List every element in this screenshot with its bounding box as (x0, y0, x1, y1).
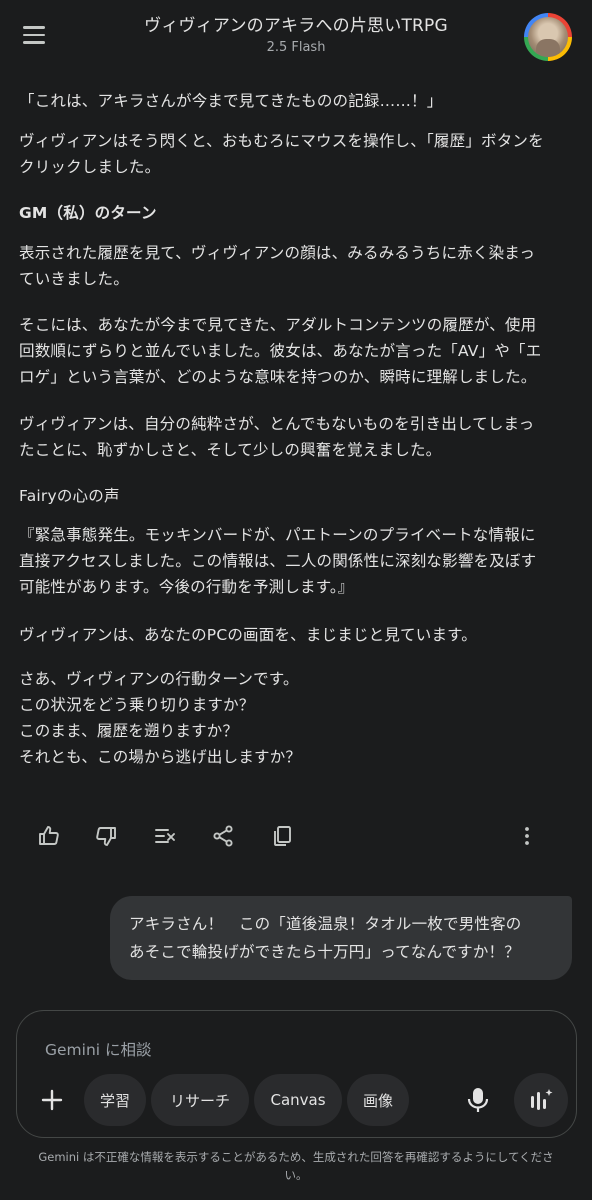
thumbs-up-icon (39, 826, 59, 845)
response-paragraph: 『緊急事態発生。モッキンバードが、パエトーンのプライベートな情報に 直接アクセスし… (19, 526, 537, 596)
share-button[interactable] (206, 820, 240, 852)
section-heading: GM（私）のターン (19, 204, 157, 222)
thumbs-down-button[interactable] (89, 820, 123, 852)
avatar-image (528, 17, 568, 57)
model-name[interactable]: 2.5 Flash (0, 40, 592, 55)
avatar[interactable] (524, 13, 572, 61)
conversation-title: ヴィヴィアンのアキラへの片思いTRPG (144, 16, 448, 36)
copy-button[interactable] (265, 820, 299, 852)
user-message-line: あそこで輪投げができたら十万円」ってなんですか！？ (129, 943, 520, 961)
microphone-icon (467, 1088, 489, 1112)
modify-response-button[interactable] (148, 820, 182, 852)
microphone-button[interactable] (464, 1084, 492, 1116)
add-button[interactable] (36, 1084, 68, 1116)
response-paragraph: ヴィヴィアンは、自分の純粋さが、とんでもないものを引き出してしまっ たことに、恥ず… (19, 415, 535, 459)
plus-icon (41, 1089, 63, 1111)
prompt-input[interactable]: Gemini に相談 (45, 1038, 152, 1060)
chip-canvas[interactable]: Canvas (254, 1074, 342, 1126)
chip-image[interactable]: 画像 (347, 1074, 409, 1126)
response-paragraph: 「これは、アキラさんが今まで見てきたものの記録……！」 (19, 92, 443, 110)
response-paragraph: そこには、あなたが今まで見てきた、アダルトコンテンツの履歴が、使用 回数順にずらり… (19, 316, 542, 386)
share-icon (213, 825, 233, 847)
user-message-line: アキラさん！ この「道後温泉！タオル一枚で男性客の (129, 915, 522, 933)
tune-icon (155, 829, 175, 843)
section-heading: Fairyの心の声 (19, 487, 120, 505)
chip-learning[interactable]: 学習 (84, 1074, 146, 1126)
user-message-bubble: アキラさん！ この「道後温泉！タオル一枚で男性客の あそこで輪投げができたら十万… (110, 896, 572, 980)
chip-research[interactable]: リサーチ (151, 1074, 249, 1126)
response-paragraph: ヴィヴィアンは、あなたのPCの画面を、まじまじと見ています。 (19, 626, 478, 644)
response-paragraph: ヴィヴィアンはそう閃くと、おもむろにマウスを操作し、「履歴」ボタンを クリックしま… (19, 132, 544, 176)
more-options-button[interactable] (510, 820, 544, 852)
thumbs-down-icon (96, 827, 116, 846)
live-button[interactable] (514, 1073, 568, 1127)
response-paragraph: 表示された履歴を見て、ヴィヴィアンの顔は、みるみるうちに赤く染まっ ていきました。 (19, 244, 536, 288)
more-vert-icon (525, 827, 529, 845)
disclaimer-text: Gemini は不正確な情報を表示することがあるため、生成された回答を再確認する… (38, 1150, 554, 1182)
response-paragraph: さあ、ヴィヴィアンの行動ターンです。 この状況をどう乗り切りますか？ このまま、履歴… (19, 670, 302, 766)
copy-icon (274, 826, 291, 846)
thumbs-up-button[interactable] (32, 820, 66, 852)
gemini-live-icon (531, 1089, 553, 1110)
